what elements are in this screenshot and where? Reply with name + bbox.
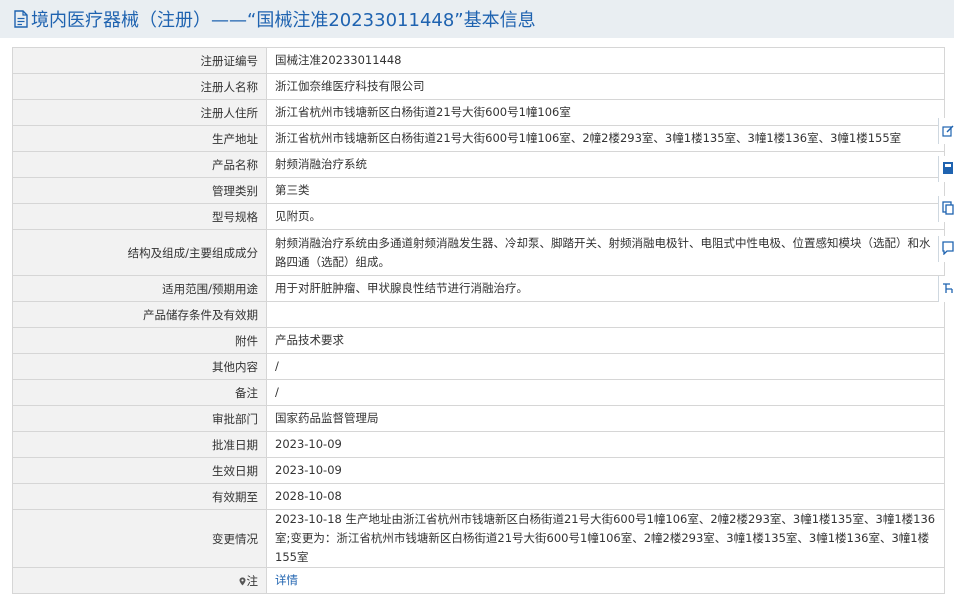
- row-value: 用于对肝脏肿瘤、甲状腺良性结节进行消融治疗。: [266, 275, 945, 302]
- row-value: 浙江伽奈维医疗科技有限公司: [266, 73, 945, 100]
- share-icon: [942, 280, 954, 299]
- note-label: 注: [246, 573, 259, 588]
- row-value: 射频消融治疗系统由多通道射频消融发生器、冷却泵、脚踏开关、射频消融电极针、电阻式…: [266, 229, 945, 276]
- page-header: 境内医疗器械（注册）——“国械注准20233011448”基本信息: [0, 0, 954, 38]
- row-label: 产品名称: [12, 151, 267, 178]
- table-row: 产品名称 射频消融治疗系统: [12, 151, 945, 178]
- info-table: 注册证编号 国械注准20233011448 注册人名称 浙江伽奈维医疗科技有限公…: [12, 47, 945, 594]
- table-row: 附件 产品技术要求: [12, 327, 945, 354]
- edit-icon: [942, 122, 954, 141]
- row-value: 2028-10-08: [266, 483, 945, 510]
- row-label: 结构及组成/主要组成成分: [12, 229, 267, 276]
- row-value: /: [266, 379, 945, 406]
- table-row: 生产地址 浙江省杭州市钱塘新区白杨街道21号大街600号1幢106室、2幢2楼2…: [12, 125, 945, 152]
- row-value: 2023-10-09: [266, 457, 945, 484]
- row-value: 国械注准20233011448: [266, 47, 945, 74]
- row-value: 2023-10-18 生产地址由浙江省杭州市钱塘新区白杨街道21号大街600号1…: [266, 509, 945, 568]
- note-row: 注 详情: [12, 567, 945, 594]
- table-row: 注册人名称 浙江伽奈维医疗科技有限公司: [12, 73, 945, 100]
- row-label: 批准日期: [12, 431, 267, 458]
- row-value: /: [266, 353, 945, 380]
- table-row: 产品储存条件及有效期: [12, 301, 945, 328]
- share-button[interactable]: [938, 276, 954, 302]
- row-label: 注册人名称: [12, 73, 267, 100]
- info-table-container: 注册证编号 国械注准20233011448 注册人名称 浙江伽奈维医疗科技有限公…: [12, 47, 945, 594]
- table-row: 结构及组成/主要组成成分 射频消融治疗系统由多通道射频消融发生器、冷却泵、脚踏开…: [12, 229, 945, 276]
- row-value: 2023-10-09: [266, 431, 945, 458]
- table-row: 有效期至 2028-10-08: [12, 483, 945, 510]
- row-value: 射频消融治疗系统: [266, 151, 945, 178]
- pin-icon: [239, 575, 246, 585]
- row-label: 适用范围/预期用途: [12, 275, 267, 302]
- page-title: 境内医疗器械（注册）——“国械注准20233011448”基本信息: [31, 10, 536, 31]
- row-value: 见附页。: [266, 203, 945, 230]
- document-icon: [14, 10, 28, 28]
- row-value: 第三类: [266, 177, 945, 204]
- table-row: 批准日期 2023-10-09: [12, 431, 945, 458]
- note-value-cell: 详情: [266, 567, 945, 594]
- row-value: 产品技术要求: [266, 327, 945, 354]
- row-label: 审批部门: [12, 405, 267, 432]
- table-row: 型号规格 见附页。: [12, 203, 945, 230]
- row-label: 其他内容: [12, 353, 267, 380]
- copy-button[interactable]: [938, 196, 954, 222]
- table-row: 注册人住所 浙江省杭州市钱塘新区白杨街道21号大街600号1幢106室: [12, 99, 945, 126]
- table-row: 变更情况 2023-10-18 生产地址由浙江省杭州市钱塘新区白杨街道21号大街…: [12, 509, 945, 568]
- table-row: 注册证编号 国械注准20233011448: [12, 47, 945, 74]
- table-row: 生效日期 2023-10-09: [12, 457, 945, 484]
- feedback-button[interactable]: [938, 236, 954, 262]
- table-row: 管理类别 第三类: [12, 177, 945, 204]
- edit-button[interactable]: [938, 118, 954, 144]
- row-label: 有效期至: [12, 483, 267, 510]
- row-value: [266, 301, 945, 328]
- bookmark-icon: [942, 160, 954, 179]
- feedback-icon: [942, 240, 954, 259]
- row-label: 管理类别: [12, 177, 267, 204]
- table-row: 审批部门 国家药品监督管理局: [12, 405, 945, 432]
- bookmark-button[interactable]: [938, 156, 954, 182]
- row-label: 注册证编号: [12, 47, 267, 74]
- row-label: 附件: [12, 327, 267, 354]
- row-value: 浙江省杭州市钱塘新区白杨街道21号大街600号1幢106室、2幢2楼293室、3…: [266, 125, 945, 152]
- row-value: 浙江省杭州市钱塘新区白杨街道21号大街600号1幢106室: [266, 99, 945, 126]
- row-label: 注册人住所: [12, 99, 267, 126]
- table-row: 适用范围/预期用途 用于对肝脏肿瘤、甲状腺良性结节进行消融治疗。: [12, 275, 945, 302]
- side-toolbar: [938, 110, 954, 310]
- row-label: 备注: [12, 379, 267, 406]
- details-link[interactable]: 详情: [275, 573, 298, 587]
- row-value: 国家药品监督管理局: [266, 405, 945, 432]
- note-label-cell: 注: [12, 567, 267, 594]
- row-label: 产品储存条件及有效期: [12, 301, 267, 328]
- table-row: 备注 /: [12, 379, 945, 406]
- copy-icon: [942, 200, 954, 219]
- row-label: 变更情况: [12, 509, 267, 568]
- row-label: 型号规格: [12, 203, 267, 230]
- row-label: 生产地址: [12, 125, 267, 152]
- table-row: 其他内容 /: [12, 353, 945, 380]
- row-label: 生效日期: [12, 457, 267, 484]
